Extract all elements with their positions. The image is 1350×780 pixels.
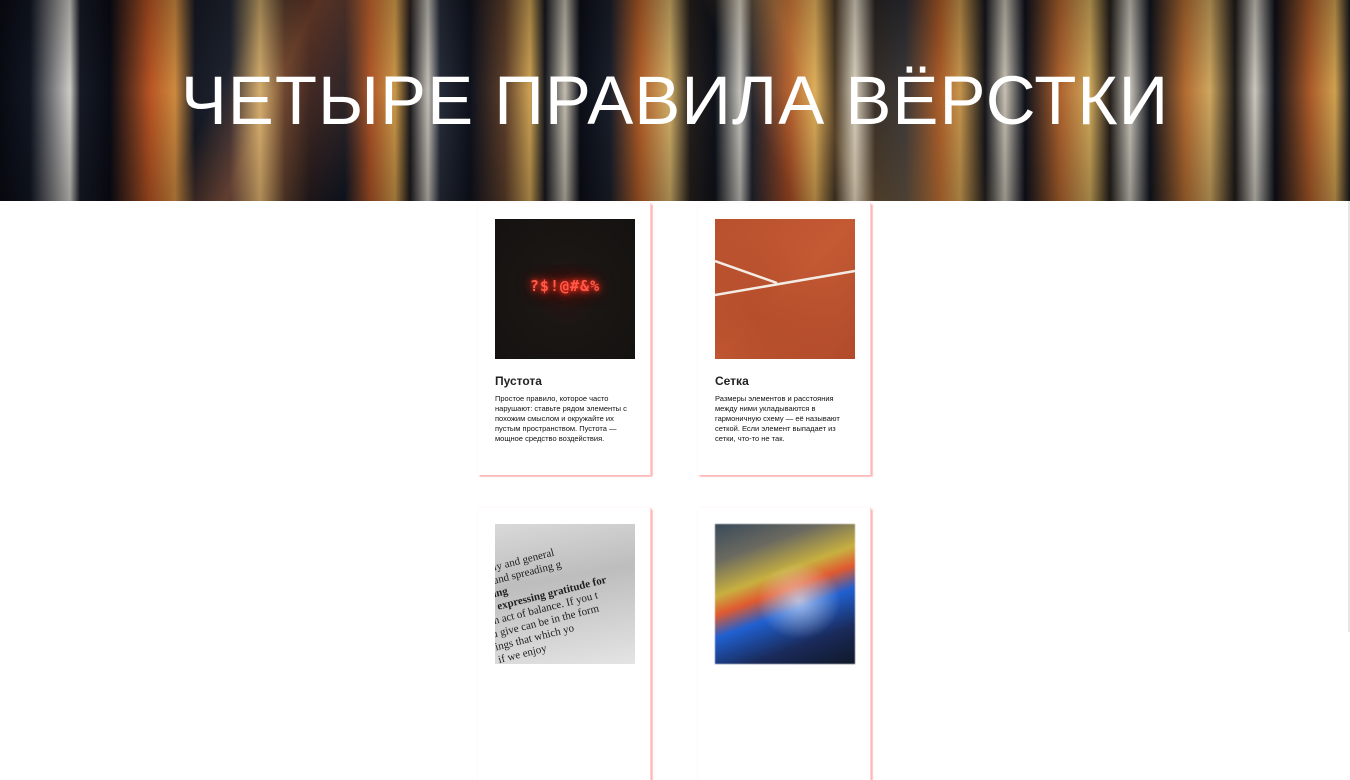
neon-symbols-text: ?$!@#&% [529, 277, 601, 295]
card-title: Пустота [495, 374, 542, 388]
card-emptiness: ?$!@#&% Пустота Простое правило, которое… [478, 203, 651, 475]
card-typography: ecialy and general ity and spreading g r… [478, 508, 651, 780]
clay-court-image [715, 219, 855, 359]
card-title: Сетка [715, 374, 749, 388]
hero-banner: ЧЕТЫРЕ ПРАВИЛА ВЁРСТКИ [0, 0, 1350, 201]
card-text: Размеры элементов и расстояния между ним… [715, 394, 840, 443]
book-text-lines: ecialy and general ity and spreading g r… [495, 525, 635, 664]
page-title: ЧЕТЫРЕ ПРАВИЛА ВЁРСТКИ [180, 62, 1170, 139]
rainbow-blur-image [715, 524, 855, 664]
book-page-image: ecialy and general ity and spreading g r… [495, 524, 635, 664]
card-grid: Сетка Размеры элементов и расстояния меж… [698, 203, 871, 475]
card-color [698, 508, 871, 780]
neon-symbols-image: ?$!@#&% [495, 219, 635, 359]
card-text: Простое правило, которое часто нарушают:… [495, 394, 627, 443]
court-lines-icon [715, 259, 855, 297]
